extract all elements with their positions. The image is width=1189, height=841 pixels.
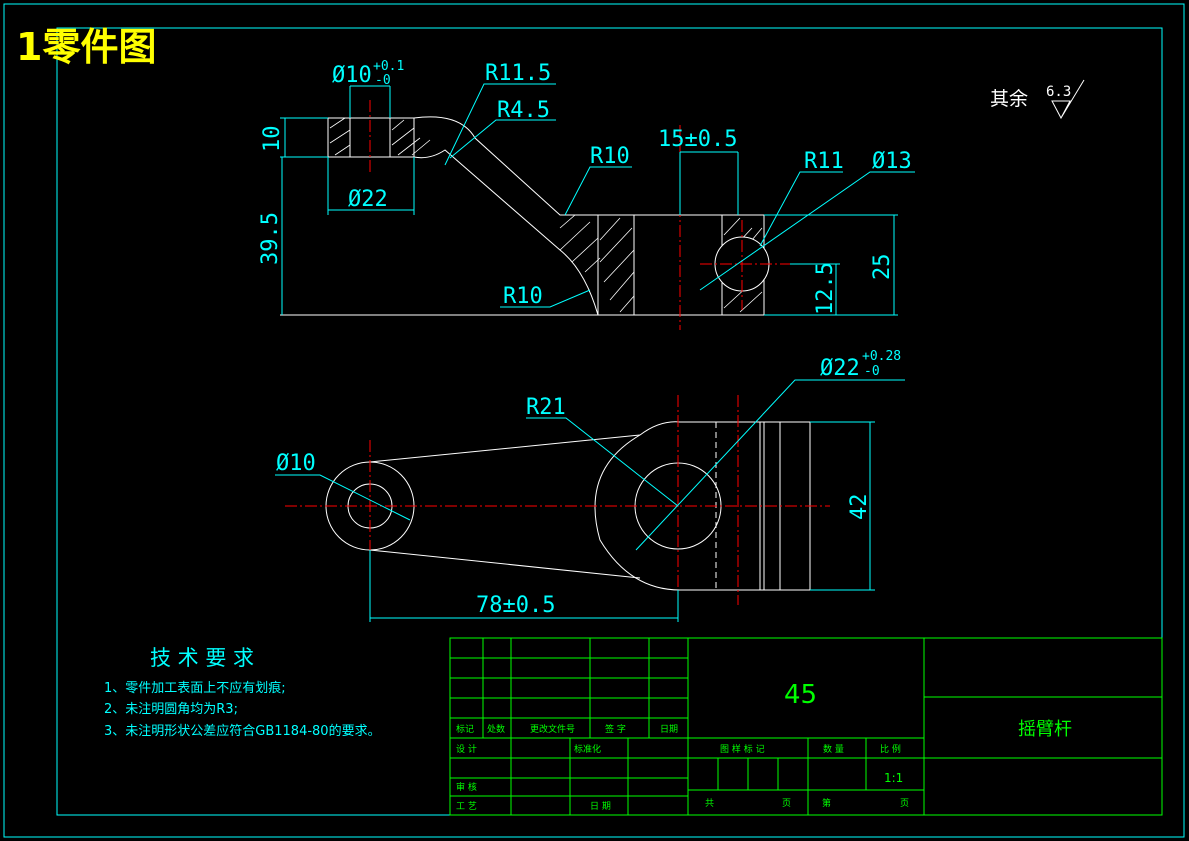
dim-r10-lower: R10 xyxy=(503,284,543,309)
dim-height-25: 25 xyxy=(870,254,895,281)
tb-col-date: 日期 xyxy=(660,724,678,735)
tech-heading: 技 术 要 求 xyxy=(150,646,254,670)
tb-col-count: 处数 xyxy=(487,723,505,735)
tech-item-3: 3、未注明形状公差应符合GB1184-80的要求。 xyxy=(104,723,381,739)
dim-15: 15±0.5 xyxy=(658,127,737,152)
plan-view xyxy=(285,395,830,620)
roughness-prefix: 其余 xyxy=(990,88,1028,110)
dim-hole-22: Ø22 xyxy=(820,356,860,381)
tb-ratio: 比 例 xyxy=(880,743,901,755)
dim-r4-5: R4.5 xyxy=(497,98,550,123)
tb-sheet: 页 xyxy=(782,798,791,809)
dim-hole-13: Ø13 xyxy=(872,149,912,174)
tb-design: 设 计 xyxy=(456,743,477,755)
tb-part-name: 摇臂杆 xyxy=(1018,719,1072,740)
dim-hole-small-tol-upper: +0.1 xyxy=(373,59,404,74)
dim-r11: R11 xyxy=(804,149,844,174)
dim-r10-upper: R10 xyxy=(590,144,630,169)
tb-col-sign: 签 字 xyxy=(605,723,626,735)
tb-process: 工 艺 xyxy=(456,801,477,812)
dim-hole-22-tol-lower: -0 xyxy=(864,364,880,379)
drawing-title: 1零件图 xyxy=(16,25,156,69)
tb-date: 日 期 xyxy=(590,801,611,812)
tech-requirements: 技 术 要 求 1、零件加工表面上不应有划痕; 2、未注明圆角均为R3; 3、未… xyxy=(104,646,381,739)
plan-centerlines xyxy=(285,395,830,620)
dim-boss-22: Ø22 xyxy=(348,187,388,212)
tb-scale: 1:1 xyxy=(884,771,903,785)
dim-width-42: 42 xyxy=(847,494,872,521)
tb-material: 45 xyxy=(784,680,817,710)
dim-hole-small-tol-lower: -0 xyxy=(375,73,391,88)
dim-r11-5: R11.5 xyxy=(485,61,551,86)
tb-nth: 第 xyxy=(822,797,831,809)
dim-center-dist: 78±0.5 xyxy=(476,593,555,618)
engineering-drawing: 1零件图 其余 6.3 Ø10 +0.1 -0 R11.5 R4.5 R10 R… xyxy=(3,3,1185,838)
dim-hole-10-plan: Ø10 xyxy=(276,451,316,476)
dim-height-12-5: 12.5 xyxy=(813,262,838,315)
dim-height-39-5: 39.5 xyxy=(258,212,283,265)
tb-weight: 数 量 xyxy=(823,743,844,755)
dim-height-10: 10 xyxy=(260,126,285,153)
tech-item-2: 2、未注明圆角均为R3; xyxy=(104,702,238,717)
tb-col-file: 更改文件号 xyxy=(530,723,575,735)
tb-total: 共 xyxy=(705,798,714,809)
tb-standardize: 标准化 xyxy=(574,743,601,755)
roughness-value: 6.3 xyxy=(1046,84,1071,100)
dim-r21: R21 xyxy=(526,395,566,420)
tb-review: 审 核 xyxy=(456,781,477,793)
tb-sheet2: 页 xyxy=(900,798,909,809)
title-block-texts: 45 摇臂杆 1:1 标记 处数 更改文件号 签 字 日期 设 计 标准化 图 … xyxy=(456,680,1072,812)
dim-hole-22-tol-upper: +0.28 xyxy=(862,349,901,364)
surface-roughness-note: 其余 6.3 xyxy=(990,79,1085,120)
dimension-texts: Ø10 +0.1 -0 R11.5 R4.5 R10 R10 15±0.5 R1… xyxy=(258,59,912,618)
dim-hole-small: Ø10 xyxy=(332,63,372,88)
tech-item-1: 1、零件加工表面上不应有划痕; xyxy=(104,680,286,696)
tb-stage-mark: 图 样 标 记 xyxy=(720,743,765,755)
tb-col-mark: 标记 xyxy=(456,723,474,735)
